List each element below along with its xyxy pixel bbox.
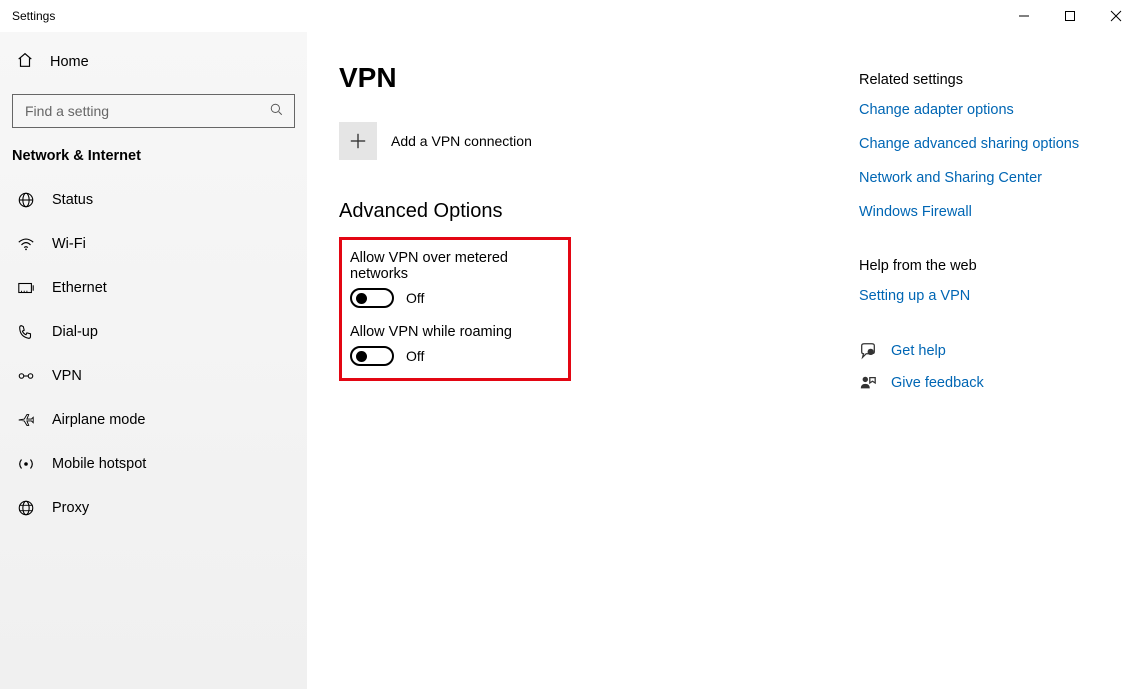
sidebar-item-wifi[interactable]: Wi-Fi — [0, 222, 307, 266]
sidebar-item-proxy[interactable]: Proxy — [0, 486, 307, 530]
metered-label: Allow VPN over metered networks — [350, 250, 554, 282]
plus-icon — [339, 122, 377, 160]
sidebar-item-label: Mobile hotspot — [52, 456, 146, 472]
search-input[interactable] — [23, 102, 269, 120]
category-heading: Network & Internet — [0, 142, 307, 178]
link-windows-firewall[interactable]: Windows Firewall — [859, 204, 1139, 220]
link-advanced-sharing[interactable]: Change advanced sharing options — [859, 136, 1139, 152]
sidebar-item-vpn[interactable]: VPN — [0, 354, 307, 398]
close-button[interactable] — [1093, 0, 1139, 32]
roaming-label: Allow VPN while roaming — [350, 324, 554, 340]
metered-state: Off — [406, 290, 424, 306]
get-help-icon — [859, 342, 877, 360]
sidebar-item-dialup[interactable]: Dial-up — [0, 310, 307, 354]
sidebar-item-airplane[interactable]: Airplane mode — [0, 398, 307, 442]
home-icon — [16, 51, 34, 73]
sidebar-item-label: Airplane mode — [52, 412, 146, 428]
sidebar-item-status[interactable]: Status — [0, 178, 307, 222]
phone-icon — [16, 323, 36, 341]
help-web-heading: Help from the web — [859, 258, 1139, 274]
roaming-toggle[interactable] — [350, 346, 394, 366]
metered-toggle[interactable] — [350, 288, 394, 308]
add-vpn-label: Add a VPN connection — [391, 133, 532, 149]
home-label: Home — [50, 54, 89, 70]
feedback-icon — [859, 374, 877, 392]
ethernet-icon — [16, 279, 36, 297]
link-network-sharing-center[interactable]: Network and Sharing Center — [859, 170, 1139, 186]
airplane-icon — [16, 411, 36, 429]
sidebar-item-label: Ethernet — [52, 280, 107, 296]
hotspot-icon — [16, 455, 36, 473]
highlight-box: Allow VPN over metered networks Off Allo… — [339, 237, 571, 381]
sidebar-item-hotspot[interactable]: Mobile hotspot — [0, 442, 307, 486]
minimize-button[interactable] — [1001, 0, 1047, 32]
home-button[interactable]: Home — [0, 40, 307, 84]
maximize-button[interactable] — [1047, 0, 1093, 32]
globe-icon — [16, 191, 36, 209]
link-adapter-options[interactable]: Change adapter options — [859, 102, 1139, 118]
roaming-state: Off — [406, 348, 424, 364]
window-title: Settings — [12, 9, 55, 23]
sidebar-item-ethernet[interactable]: Ethernet — [0, 266, 307, 310]
sidebar-item-label: Wi-Fi — [52, 236, 86, 252]
sidebar-item-label: VPN — [52, 368, 82, 384]
vpn-icon — [16, 367, 36, 385]
sidebar-item-label: Dial-up — [52, 324, 98, 340]
link-give-feedback[interactable]: Give feedback — [891, 375, 984, 391]
search-box[interactable] — [12, 94, 295, 128]
advanced-options-heading: Advanced Options — [339, 200, 859, 223]
sidebar: Home Network & Internet Status — [0, 32, 307, 689]
link-get-help[interactable]: Get help — [891, 343, 946, 359]
add-vpn-button[interactable]: Add a VPN connection — [339, 122, 859, 160]
sidebar-item-label: Proxy — [52, 500, 89, 516]
wifi-icon — [16, 235, 36, 253]
page-title: VPN — [339, 62, 859, 94]
related-settings-heading: Related settings — [859, 72, 1139, 88]
proxy-icon — [16, 499, 36, 517]
link-setup-vpn[interactable]: Setting up a VPN — [859, 288, 1139, 304]
sidebar-item-label: Status — [52, 192, 93, 208]
search-icon — [269, 102, 284, 120]
